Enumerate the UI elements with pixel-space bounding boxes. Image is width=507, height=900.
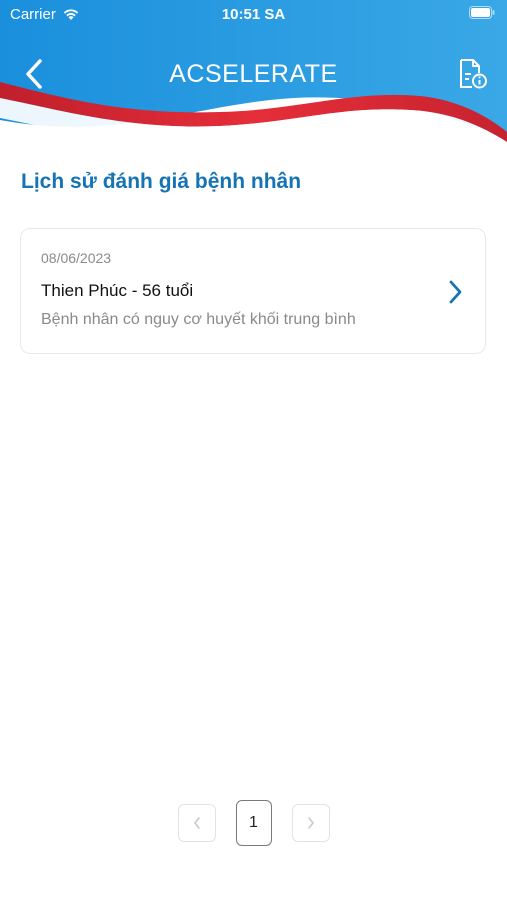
risk-assessment-result: Bệnh nhân có nguy cơ huyết khối trung bì… — [41, 311, 356, 328]
current-page-button[interactable]: 1 — [235, 800, 272, 846]
status-time: 10:51 SA — [221, 6, 286, 23]
chevron-right-icon — [307, 817, 314, 829]
battery-icon — [469, 6, 495, 23]
next-page-button[interactable] — [291, 804, 330, 842]
assessment-record-card[interactable]: 08/06/2023 Thien Phúc - 56 tuổi Bệnh nhâ… — [20, 228, 486, 354]
app-title: ACSELERATE — [169, 60, 338, 88]
chevron-left-icon — [193, 817, 200, 829]
record-date: 08/06/2023 — [41, 250, 112, 266]
document-info-button[interactable] — [453, 54, 493, 94]
chevron-right-icon — [449, 280, 462, 304]
status-bar: Carrier 10:51 SA — [0, 0, 507, 30]
patient-name-age: Thien Phúc - 56 tuổi — [41, 281, 194, 300]
pagination: 1 — [0, 800, 507, 846]
app-header: Carrier 10:51 SA ACSELERATE — [0, 0, 507, 150]
previous-page-button[interactable] — [177, 804, 216, 842]
document-info-icon — [460, 59, 487, 89]
page-title: Lịch sử đánh giá bệnh nhân — [21, 170, 302, 193]
